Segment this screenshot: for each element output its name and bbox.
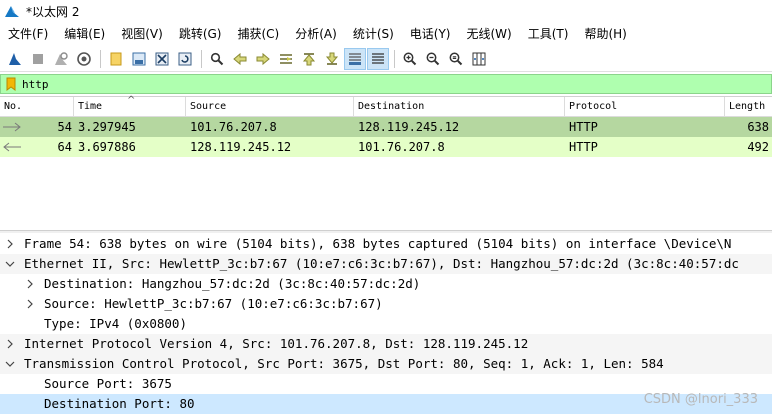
bookmark-icon[interactable] [4,75,18,93]
normal-size-icon[interactable] [445,48,467,70]
tree-item-eth-source[interactable]: Source: HewlettP_3c:b7:67 (10:e7:c6:3c:b… [0,294,772,314]
chevron-right-icon[interactable] [23,294,37,314]
wireshark-fin-icon [5,6,19,17]
packet-details-tree: Frame 54: 638 bytes on wire (5104 bits),… [0,234,772,415]
cell-no: 64 [57,140,72,154]
tree-item-label: Destination: Hangzhou_57:dc:2d (3c:8c:40… [44,276,421,291]
main-toolbar [0,46,772,72]
cell-source: 101.76.207.8 [190,120,277,134]
cell-destination: 101.76.207.8 [358,140,445,154]
response-arrow-icon [2,137,22,157]
tree-item-label: Destination Port: 80 [44,396,195,411]
window-title: *以太网 2 [26,4,80,19]
menu-edit[interactable]: 编辑(E) [56,22,113,46]
menu-analyze[interactable]: 分析(A) [287,22,345,46]
title-bar: *以太网 2 [0,0,772,22]
tree-item-ethernet[interactable]: Ethernet II, Src: HewlettP_3c:b7:67 (10:… [0,254,772,274]
cell-time: 3.697886 [78,140,136,154]
zoom-out-icon[interactable] [422,48,444,70]
menu-telephony[interactable]: 电话(Y) [402,22,459,46]
open-file-icon[interactable] [105,48,127,70]
pane-splitter[interactable] [0,230,772,233]
cell-no: 54 [57,120,72,134]
column-header-length[interactable]: Length [725,97,772,117]
find-packet-icon[interactable] [206,48,228,70]
menu-file[interactable]: 文件(F) [0,22,56,46]
resize-columns-icon[interactable] [468,48,490,70]
toolbar-separator [100,49,101,68]
packet-row[interactable]: 64 3.697886 128.119.245.12 101.76.207.8 … [0,137,772,157]
column-header-protocol[interactable]: Protocol [565,97,725,117]
packet-list-header: No. Time ^ Source Destination Protocol L… [0,95,772,117]
tree-item-ipv4[interactable]: Internet Protocol Version 4, Src: 101.76… [0,334,772,354]
capture-options-icon[interactable] [73,48,95,70]
display-filter-bar [0,74,772,94]
sort-ascending-icon: ^ [127,95,136,106]
menu-statistics[interactable]: 统计(S) [345,22,402,46]
display-filter-input[interactable] [22,75,722,93]
colorize-icon[interactable] [367,47,389,70]
menu-go[interactable]: 跳转(G) [171,22,230,46]
cell-length: 492 [747,140,769,154]
tree-item-label: Source: HewlettP_3c:b7:67 (10:e7:c6:3c:b… [44,296,383,311]
tree-item-tcp[interactable]: Transmission Control Protocol, Src Port:… [0,354,772,374]
menu-wireless[interactable]: 无线(W) [459,22,520,46]
menu-capture[interactable]: 捕获(C) [229,22,287,46]
tree-item-label: Ethernet II, Src: HewlettP_3c:b7:67 (10:… [24,256,739,271]
tree-item-eth-type[interactable]: Type: IPv4 (0x0800) [0,314,772,334]
packet-list: No. Time ^ Source Destination Protocol L… [0,95,772,230]
toolbar-separator [394,49,395,68]
request-arrow-icon [2,117,22,137]
tree-item-frame[interactable]: Frame 54: 638 bytes on wire (5104 bits),… [0,234,772,254]
chevron-down-icon[interactable] [3,354,17,374]
menu-tools[interactable]: 工具(T) [520,22,577,46]
stop-capture-icon[interactable] [27,48,49,70]
tree-item-label: Source Port: 3675 [44,376,172,391]
cell-time: 3.297945 [78,120,136,134]
start-capture-icon[interactable] [4,48,26,70]
cell-protocol: HTTP [569,140,598,154]
cell-source: 128.119.245.12 [190,140,292,154]
cell-protocol: HTTP [569,120,598,134]
go-first-icon[interactable] [298,48,320,70]
go-back-icon[interactable] [229,48,251,70]
tree-item-tcp-source-port[interactable]: Source Port: 3675 [0,374,772,394]
tree-item-label: Type: IPv4 (0x0800) [44,316,187,331]
close-file-icon[interactable] [151,48,173,70]
menu-view[interactable]: 视图(V) [113,22,171,46]
toolbar-separator [201,49,202,68]
tree-item-label: Frame 54: 638 bytes on wire (5104 bits),… [24,236,732,251]
tree-item-eth-destination[interactable]: Destination: Hangzhou_57:dc:2d (3c:8c:40… [0,274,772,294]
column-header-time-label: Time [78,101,103,112]
watermark: CSDN @lnori_333 [643,392,758,407]
reload-file-icon[interactable] [174,48,196,70]
tree-item-label: Transmission Control Protocol, Src Port:… [24,356,664,371]
packet-row[interactable]: 54 3.297945 101.76.207.8 128.119.245.12 … [0,117,772,137]
go-forward-icon[interactable] [252,48,274,70]
chevron-down-icon[interactable] [3,254,17,274]
zoom-in-icon[interactable] [399,48,421,70]
go-last-icon[interactable] [321,48,343,70]
go-to-packet-icon[interactable] [275,48,297,70]
autoscroll-icon[interactable] [344,47,366,70]
save-file-icon[interactable] [128,48,150,70]
column-header-no[interactable]: No. [0,97,74,117]
menu-help[interactable]: 帮助(H) [576,22,634,46]
cell-destination: 128.119.245.12 [358,120,460,134]
menu-bar: 文件(F) 编辑(E) 视图(V) 跳转(G) 捕获(C) 分析(A) 统计(S… [0,22,772,46]
restart-capture-icon[interactable] [50,48,72,70]
chevron-right-icon[interactable] [23,274,37,294]
cell-length: 638 [747,120,769,134]
chevron-right-icon[interactable] [3,334,17,354]
column-header-destination[interactable]: Destination [354,97,565,117]
tree-item-label: Internet Protocol Version 4, Src: 101.76… [24,336,529,351]
column-header-source[interactable]: Source [186,97,354,117]
chevron-right-icon[interactable] [3,234,17,254]
